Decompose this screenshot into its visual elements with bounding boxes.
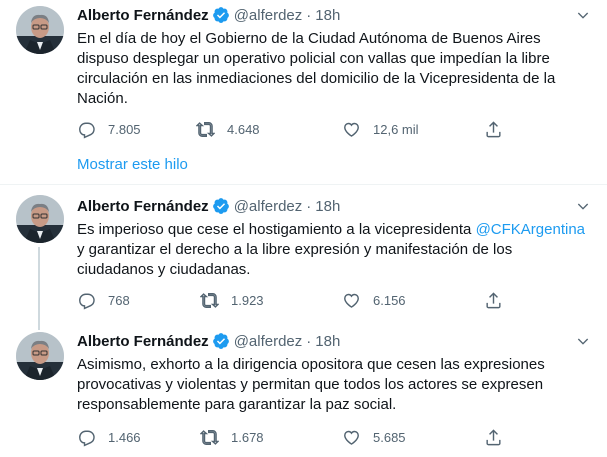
tweet-2[interactable]: Alberto Fernández @alferdez · 18h Es imp… — [0, 185, 607, 322]
author-name[interactable]: Alberto Fernández — [77, 333, 209, 350]
retweet-button[interactable]: 4.648 — [196, 119, 260, 139]
tweet-text: Es imperioso que cese el hostigamiento a… — [77, 220, 587, 280]
timestamp[interactable]: 18h — [315, 333, 340, 350]
retweet-icon — [200, 292, 219, 308]
retweet-button[interactable]: 1.923 — [200, 290, 264, 310]
caret-down-icon[interactable] — [573, 5, 593, 25]
like-count: 5.685 — [373, 429, 406, 445]
share-icon — [486, 291, 501, 308]
like-button[interactable]: 12,6 mil — [342, 119, 419, 139]
retweet-count: 1.678 — [231, 429, 264, 445]
author-handle[interactable]: @alferdez — [234, 333, 303, 350]
reply-icon — [79, 122, 95, 139]
like-icon — [344, 122, 359, 137]
tweet-actions: 768 1.923 6.156 — [77, 290, 517, 310]
tweet-actions: 1.466 1.678 5.685 — [77, 427, 517, 447]
thread-connector — [38, 322, 40, 330]
tweet-header: Alberto Fernández @alferdez · 18h — [77, 331, 340, 351]
author-handle[interactable]: @alferdez — [234, 7, 303, 24]
reply-button[interactable]: 7.805 — [77, 119, 141, 139]
reply-count: 768 — [108, 292, 130, 308]
separator: · — [306, 197, 312, 215]
like-icon — [344, 430, 359, 445]
share-icon — [486, 428, 501, 445]
retweet-count: 4.648 — [227, 121, 260, 137]
verified-badge-icon — [212, 197, 230, 215]
share-button[interactable] — [484, 119, 503, 139]
share-icon — [486, 120, 501, 137]
tweet-1[interactable]: Alberto Fernández @alferdez · 18h En el … — [0, 0, 607, 184]
tweet-text: En el día de hoy el Gobierno de la Ciuda… — [77, 30, 556, 107]
retweet-count: 1.923 — [231, 292, 264, 308]
retweet-icon — [196, 121, 215, 137]
retweet-button[interactable]: 1.678 — [200, 427, 264, 447]
avatar[interactable] — [16, 332, 64, 380]
timestamp[interactable]: 18h — [315, 7, 340, 24]
reply-count: 7.805 — [108, 121, 141, 137]
avatar-photo — [16, 6, 64, 54]
author-name[interactable]: Alberto Fernández — [77, 198, 209, 215]
like-button[interactable]: 6.156 — [342, 290, 406, 310]
show-thread-link[interactable]: Mostrar este hilo — [77, 156, 188, 173]
verified-badge-icon — [212, 332, 230, 350]
like-count: 12,6 mil — [373, 121, 419, 137]
author-handle[interactable]: @alferdez — [234, 198, 303, 215]
timestamp[interactable]: 18h — [315, 198, 340, 215]
verified-badge-icon — [212, 6, 230, 24]
separator: · — [306, 332, 312, 350]
tweet-header: Alberto Fernández @alferdez · 18h — [77, 196, 340, 216]
avatar[interactable] — [16, 6, 64, 54]
tweet-actions: 7.805 4.648 12,6 mil — [77, 119, 517, 139]
share-button[interactable] — [484, 290, 503, 310]
tweet-text: Asimismo, exhorto a la dirigencia oposit… — [77, 356, 545, 413]
author-name[interactable]: Alberto Fernández — [77, 7, 209, 24]
avatar[interactable] — [16, 195, 64, 243]
reply-button[interactable]: 1.466 — [77, 427, 141, 447]
reply-button[interactable]: 768 — [77, 290, 130, 310]
caret-down-icon[interactable] — [573, 196, 593, 216]
mention-link[interactable]: @CFKArgentina — [476, 221, 585, 238]
thread-connector — [38, 247, 40, 322]
reply-icon — [79, 293, 95, 310]
tweet-text-part: y garantizar el derecho a la libre expre… — [77, 241, 513, 278]
like-count: 6.156 — [373, 292, 406, 308]
share-button[interactable] — [484, 427, 503, 447]
tweet-3[interactable]: Alberto Fernández @alferdez · 18h Asimis… — [0, 322, 607, 457]
retweet-icon — [200, 429, 219, 445]
tweet-text-part: Es imperioso que cese el hostigamiento a… — [77, 221, 476, 238]
separator: · — [306, 6, 312, 24]
caret-down-icon[interactable] — [573, 331, 593, 351]
like-icon — [344, 293, 359, 308]
reply-count: 1.466 — [108, 429, 141, 445]
like-button[interactable]: 5.685 — [342, 427, 406, 447]
tweet-header: Alberto Fernández @alferdez · 18h — [77, 5, 340, 25]
reply-icon — [79, 430, 95, 447]
avatar-photo — [16, 332, 64, 380]
avatar-photo — [16, 195, 64, 243]
